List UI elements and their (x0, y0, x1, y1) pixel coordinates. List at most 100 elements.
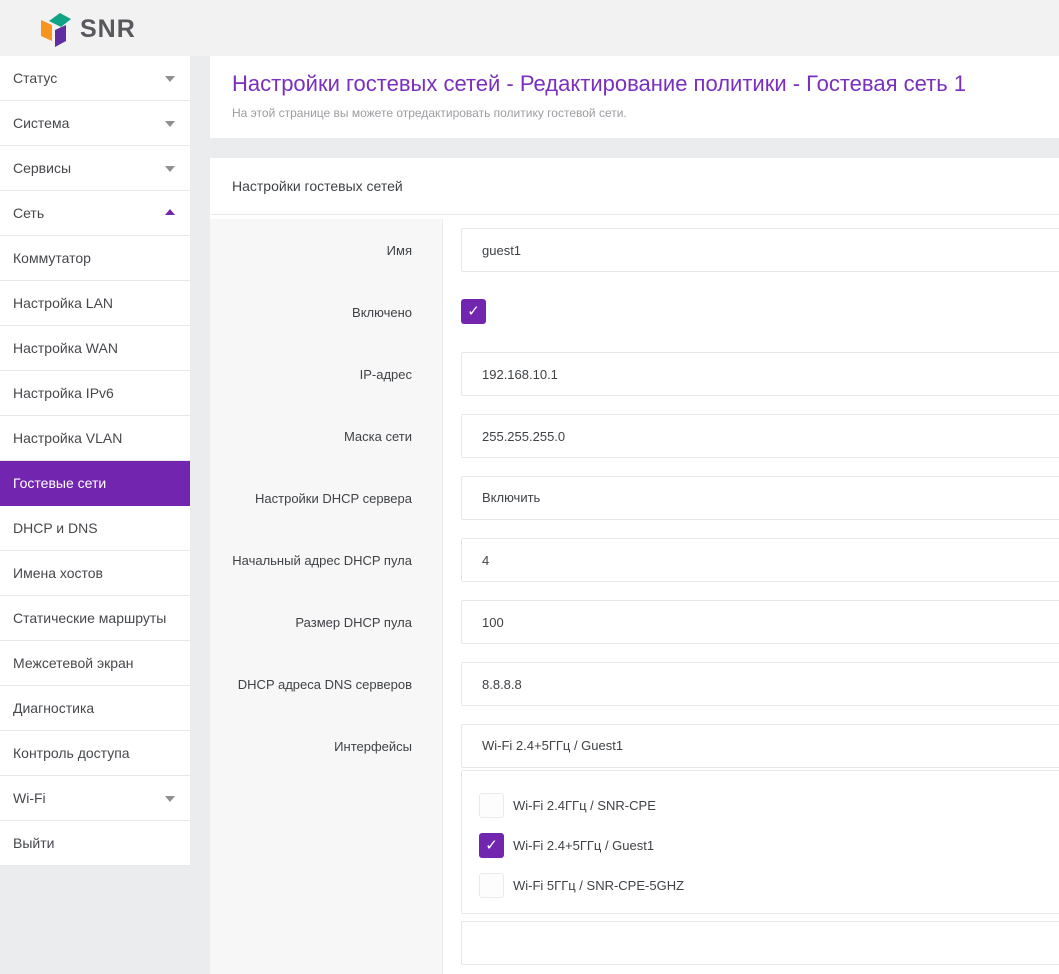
field-label: DHCP адреса DNS серверов (210, 653, 443, 715)
interface-option-label: Wi-Fi 2.4+5ГГц / Guest1 (513, 838, 654, 853)
brand-name: SNR (80, 15, 136, 44)
sidebar-item-2[interactable]: Сервисы (0, 146, 190, 191)
sidebar-item-12[interactable]: Статические маршруты (0, 596, 190, 641)
snr-cube-icon (38, 10, 74, 48)
main-content: Настройки гостевых сетей - Редактировани… (210, 56, 1059, 974)
sidebar-item-9[interactable]: Гостевые сети (0, 461, 190, 506)
dhcp-dns-input[interactable] (461, 662, 1059, 706)
sidebar-item-10[interactable]: DHCP и DNS (0, 506, 190, 551)
page-header-card: Настройки гостевых сетей - Редактировани… (210, 56, 1059, 138)
field-label: Имя (210, 219, 443, 281)
name-input[interactable] (461, 228, 1059, 272)
sidebar-item-label: Статические маршруты (13, 610, 166, 626)
sidebar-item-label: Настройка LAN (13, 295, 113, 311)
guest-network-form-card: Настройки гостевых сетей ИмяВключено ✓ IP-… (210, 158, 1059, 974)
form-row-enabled-checkbox: Включено ✓ (210, 281, 1059, 343)
ip-address-input[interactable] (461, 352, 1059, 396)
form-row-next-field-partial (210, 912, 1059, 974)
interface-option-checkbox-2[interactable] (479, 873, 504, 898)
sidebar-item-6[interactable]: Настройка WAN (0, 326, 190, 371)
sidebar-item-3[interactable]: Сеть (0, 191, 190, 236)
topbar: SNR (0, 0, 1059, 56)
field-value-cell (443, 343, 1059, 405)
sidebar-item-label: Настройка IPv6 (13, 385, 114, 401)
field-label: Начальный адрес DHCP пула (210, 529, 443, 591)
field-label: Интерфейсы (210, 715, 443, 912)
form-row-dhcp-pool-size-input: Размер DHCP пула (210, 591, 1059, 653)
sidebar-item-label: Сеть (13, 205, 44, 221)
sidebar-item-label: Диагностика (13, 700, 94, 716)
chevron-down-icon (165, 166, 175, 172)
interface-option-label: Wi-Fi 2.4ГГц / SNR-CPE (513, 798, 656, 813)
field-label: Маска сети (210, 405, 443, 467)
sidebar-item-label: Гостевые сети (13, 475, 106, 491)
field-label: Включено (210, 281, 443, 343)
sidebar-item-label: Коммутатор (13, 250, 91, 266)
form-row-dhcp-start-input: Начальный адрес DHCP пула (210, 529, 1059, 591)
form-row-ip-address-input: IP-адрес (210, 343, 1059, 405)
field-value-cell (443, 405, 1059, 467)
field-value-cell (443, 912, 1059, 974)
form-card-title: Настройки гостевых сетей (210, 158, 1059, 215)
page-subtitle: На этой странице вы можете отредактирова… (232, 106, 1059, 120)
form-row-netmask-input: Маска сети (210, 405, 1059, 467)
sidebar-item-11[interactable]: Имена хостов (0, 551, 190, 596)
next-field-partial[interactable] (461, 921, 1059, 965)
dhcp-pool-size-input[interactable] (461, 600, 1059, 644)
chevron-down-icon (165, 76, 175, 82)
sidebar-item-label: Wi-Fi (13, 790, 46, 806)
page-title: Настройки гостевых сетей - Редактировани… (232, 69, 1059, 99)
sidebar: Статус Система Сервисы Сеть Коммутатор Настро… (0, 56, 190, 866)
field-value-cell (443, 591, 1059, 653)
form-body: ИмяВключено ✓ IP-адресМаска сетиНастройки … (210, 215, 1059, 974)
sidebar-item-label: Имена хостов (13, 565, 103, 581)
field-value-cell: Включить (443, 467, 1059, 529)
sidebar-item-label: Настройка VLAN (13, 430, 122, 446)
sidebar-item-1[interactable]: Система (0, 101, 190, 146)
sidebar-item-label: Система (13, 115, 69, 131)
interface-option-2[interactable]: Wi-Fi 5ГГц / SNR-CPE-5GHZ (479, 865, 1059, 905)
field-label: Настройки DHCP сервера (210, 467, 443, 529)
interface-option-0[interactable]: Wi-Fi 2.4ГГц / SNR-CPE (479, 785, 1059, 825)
dhcp-server-select[interactable]: Включить (461, 476, 1059, 520)
sidebar-item-16[interactable]: Wi-Fi (0, 776, 190, 821)
sidebar-item-label: Выйти (13, 835, 54, 851)
sidebar-item-13[interactable]: Межсетевой экран (0, 641, 190, 686)
netmask-input[interactable] (461, 414, 1059, 458)
form-row-interfaces-select: ИнтерфейсыWi-Fi 2.4+5ГГц / Guest1Wi-Fi 2… (210, 715, 1059, 912)
form-row-name-input: Имя (210, 219, 1059, 281)
field-value-cell (443, 529, 1059, 591)
sidebar-item-label: Сервисы (13, 160, 71, 176)
sidebar-item-label: Контроль доступа (13, 745, 130, 761)
chevron-down-icon (165, 796, 175, 802)
field-value-cell (443, 219, 1059, 281)
chevron-up-icon (165, 209, 175, 215)
sidebar-item-8[interactable]: Настройка VLAN (0, 416, 190, 461)
sidebar-item-label: Статус (13, 70, 57, 86)
interfaces-select-options: Wi-Fi 2.4ГГц / SNR-CPE ✓ Wi-Fi 2.4+5ГГц / … (461, 770, 1059, 914)
interface-option-checkbox-1[interactable]: ✓ (479, 833, 504, 858)
sidebar-item-7[interactable]: Настройка IPv6 (0, 371, 190, 416)
sidebar-item-label: DHCP и DNS (13, 520, 98, 536)
sidebar-item-5[interactable]: Настройка LAN (0, 281, 190, 326)
sidebar-item-14[interactable]: Диагностика (0, 686, 190, 731)
enabled-checkbox[interactable]: ✓ (461, 299, 486, 324)
dhcp-start-input[interactable] (461, 538, 1059, 582)
check-icon: ✓ (467, 304, 480, 319)
sidebar-item-label: Настройка WAN (13, 340, 118, 356)
interface-option-checkbox-0[interactable] (479, 793, 504, 818)
field-value-cell: Wi-Fi 2.4+5ГГц / Guest1Wi-Fi 2.4ГГц / SN… (443, 715, 1059, 912)
sidebar-item-0[interactable]: Статус (0, 56, 190, 101)
interfaces-select[interactable]: Wi-Fi 2.4+5ГГц / Guest1 (461, 724, 1059, 768)
field-label: Размер DHCP пула (210, 591, 443, 653)
form-row-dhcp-dns-input: DHCP адреса DNS серверов (210, 653, 1059, 715)
sidebar-item-4[interactable]: Коммутатор (0, 236, 190, 281)
interface-option-1[interactable]: ✓ Wi-Fi 2.4+5ГГц / Guest1 (479, 825, 1059, 865)
sidebar-item-15[interactable]: Контроль доступа (0, 731, 190, 776)
sidebar-item-label: Межсетевой экран (13, 655, 134, 671)
sidebar-item-17[interactable]: Выйти (0, 821, 190, 866)
form-row-dhcp-server-select: Настройки DHCP сервера Включить (210, 467, 1059, 529)
field-label (210, 912, 443, 974)
brand-logo[interactable]: SNR (38, 10, 136, 48)
interface-option-label: Wi-Fi 5ГГц / SNR-CPE-5GHZ (513, 878, 684, 893)
